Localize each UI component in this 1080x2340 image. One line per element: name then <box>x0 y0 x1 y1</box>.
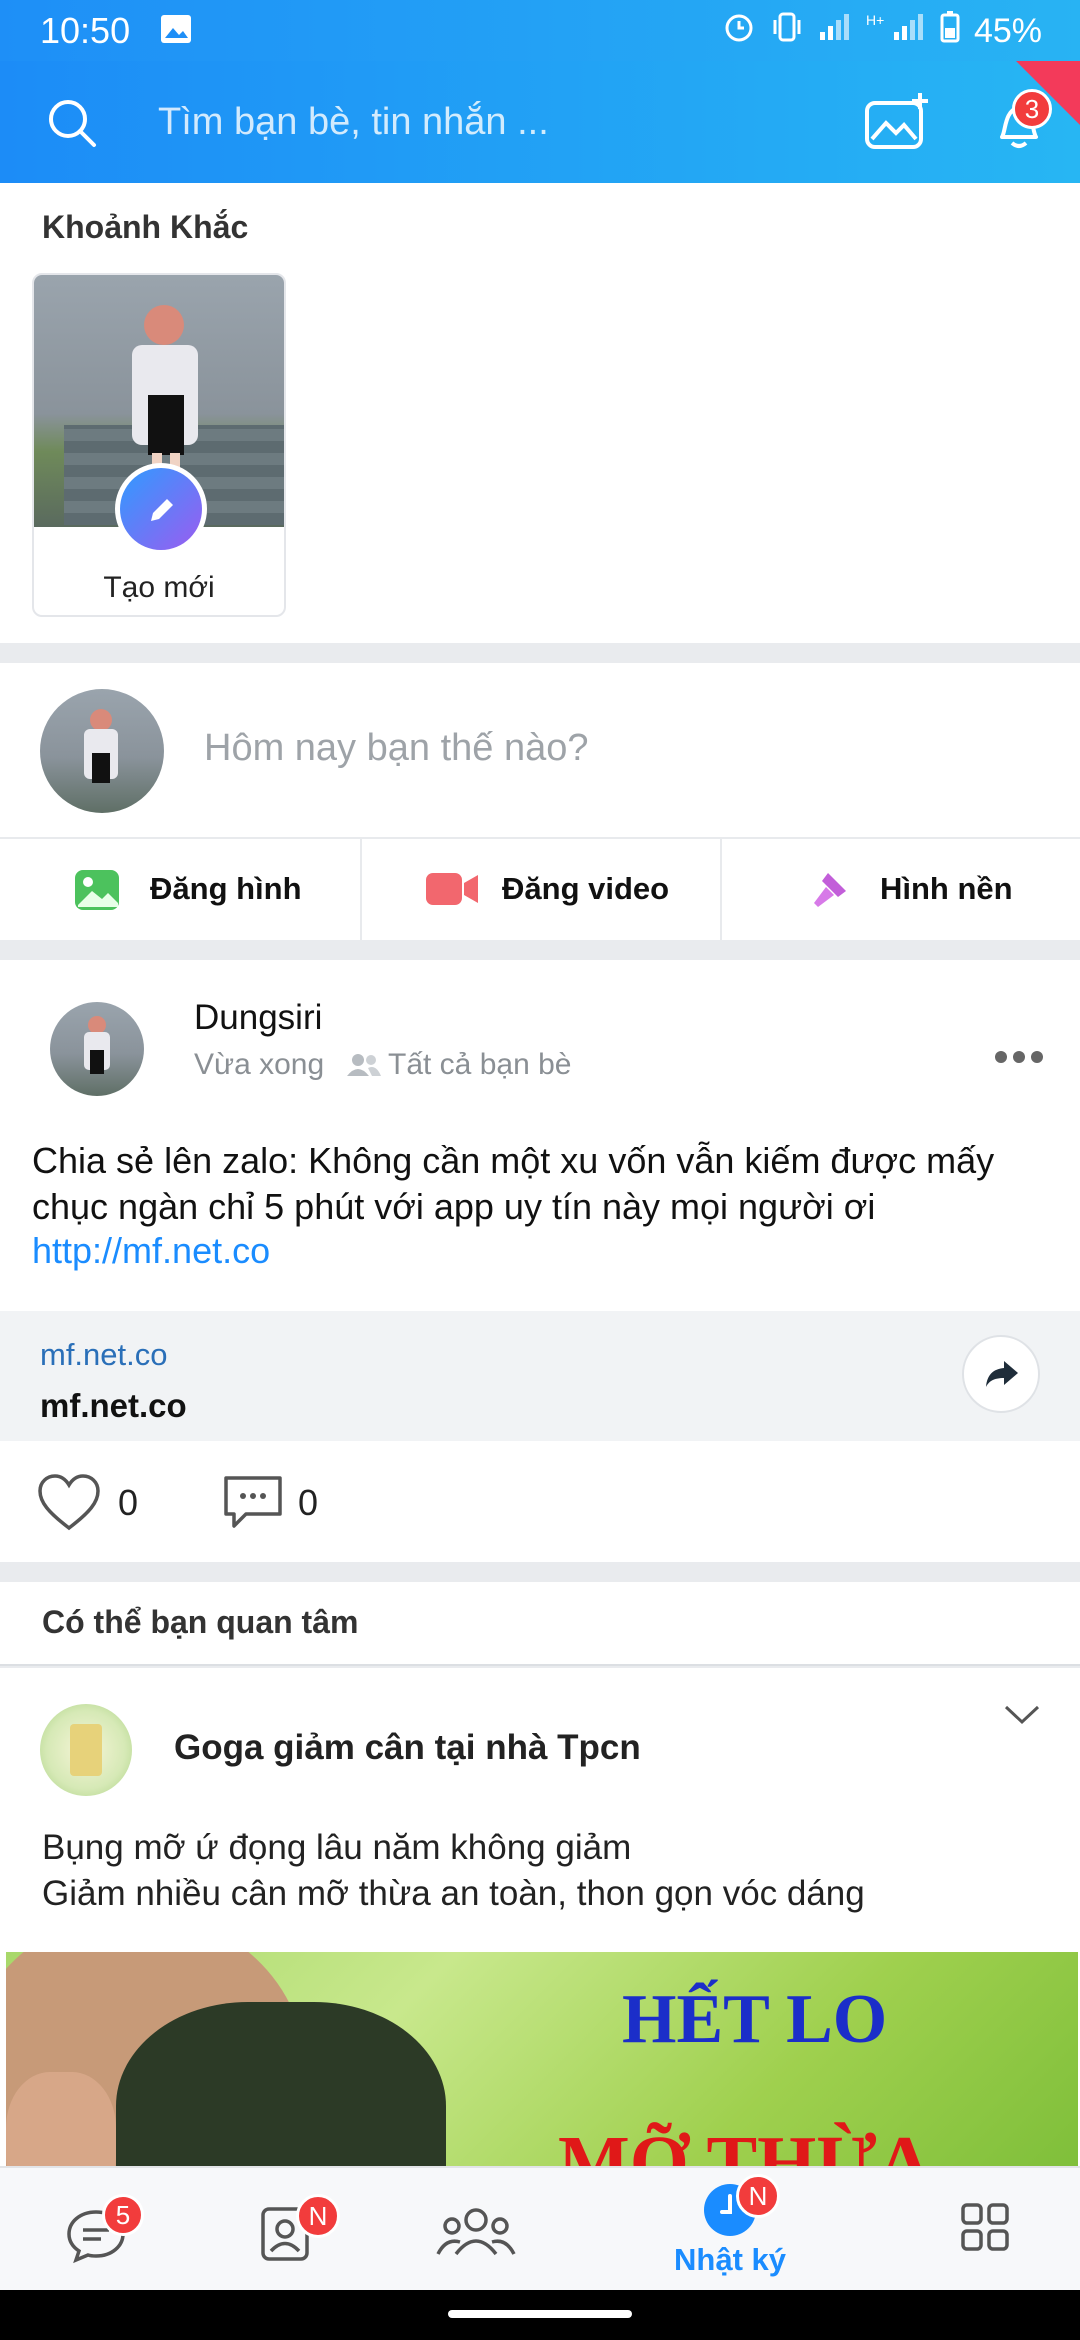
more-options-icon[interactable] <box>994 1050 1044 1069</box>
my-avatar[interactable] <box>40 689 164 813</box>
status-bar: 10:50 H+ 45% <box>0 0 1080 61</box>
post-video-button[interactable]: Đăng video <box>362 839 720 940</box>
status-icons: H+ 45% <box>722 10 1042 53</box>
post-composer: Hôm nay bạn thế nào? Đăng hình Đăng vide… <box>0 663 1080 940</box>
create-moment-label: Tạo mới <box>103 571 215 604</box>
post-photo-label: Đăng hình <box>150 871 302 906</box>
pencil-icon <box>145 493 179 532</box>
ad-text-line2: Giảm nhiều cân mỡ thừa an toàn, thon gọn… <box>42 1874 865 1913</box>
author-name[interactable]: Dungsiri <box>194 998 322 1038</box>
create-moment-card[interactable]: Tạo mới <box>32 273 286 617</box>
svg-text:H+: H+ <box>866 12 884 28</box>
moments-title: Khoảnh Khắc <box>42 209 249 245</box>
contacts-badge: N <box>296 2194 340 2238</box>
sponsored-post: Goga giảm cân tại nhà Tpcn Bụng mỡ ứ đọn… <box>0 1668 1080 2168</box>
system-nav-bar <box>0 2290 1080 2340</box>
post-video-label: Đăng video <box>502 871 670 906</box>
ad-headline-2: MỠ THỪA <box>558 2121 932 2168</box>
nav-groups[interactable] <box>436 2204 516 2264</box>
diary-label: Nhật ký <box>674 2242 786 2277</box>
grid-icon <box>960 2202 1010 2257</box>
share-arrow-icon <box>984 1357 1020 1396</box>
bottom-nav: 5 N N Nhật ký <box>0 2166 1080 2290</box>
search-input[interactable]: Tìm bạn bè, tin nhắn ... <box>158 101 549 144</box>
comment-button[interactable]: 0 <box>222 1470 332 1534</box>
diary-badge: N <box>736 2174 780 2218</box>
moments-section: Khoảnh Khắc Tạo mới <box>0 183 1080 643</box>
nav-contacts[interactable]: N <box>254 2194 354 2274</box>
photo-icon <box>74 869 120 916</box>
nav-more[interactable] <box>960 2202 1016 2258</box>
groups-icon <box>436 2204 516 2263</box>
preview-domain: mf.net.co <box>40 1337 168 1372</box>
ad-text-line1: Bụng mỡ ứ đọng lâu năm không giảm <box>42 1828 632 1867</box>
ad-image[interactable]: HẾT LO MỠ THỪA <box>6 1952 1078 2168</box>
comment-icon <box>222 1474 284 1537</box>
background-button[interactable]: Hình nền <box>722 839 1080 940</box>
nav-diary[interactable]: N Nhật ký <box>660 2174 800 2288</box>
search-icon[interactable] <box>46 97 98 149</box>
battery-percent: 45% <box>973 12 1042 50</box>
signal-icon <box>818 12 852 51</box>
feed-post: Dungsiri Vừa xong Tất cả bạn bè Chia sẻ … <box>0 960 1080 1562</box>
link-preview[interactable]: mf.net.co mf.net.co <box>0 1311 1080 1441</box>
background-label: Hình nền <box>880 871 1013 906</box>
post-photo-button[interactable]: Đăng hình <box>0 839 360 940</box>
suggested-title: Có thể bạn quan tâm <box>42 1604 359 1640</box>
top-header: Tìm bạn bè, tin nhắn ... 3 <box>0 61 1080 183</box>
promo-ribbon[interactable] <box>1016 61 1080 125</box>
signal-h-icon: H+ <box>866 12 926 51</box>
vibrate-icon <box>770 10 804 53</box>
heart-icon <box>38 1474 100 1537</box>
messages-badge: 5 <box>102 2194 144 2236</box>
like-count: 0 <box>118 1482 139 1523</box>
paint-brush-icon <box>806 867 852 918</box>
alarm-icon <box>722 10 756 53</box>
nav-messages[interactable]: 5 <box>60 2194 150 2274</box>
page-avatar[interactable] <box>40 1704 132 1796</box>
post-time: Vừa xong <box>194 1048 325 1081</box>
gallery-notification-icon <box>160 14 192 49</box>
like-button[interactable]: 0 <box>38 1470 148 1534</box>
status-input[interactable]: Hôm nay bạn thế nào? <box>204 727 589 770</box>
edit-moment-button[interactable] <box>115 463 207 555</box>
share-button[interactable] <box>962 1335 1040 1413</box>
suggested-header: Có thể bạn quan tâm <box>0 1582 1080 1666</box>
post-text: Chia sẻ lên zalo: Không cần một xu vốn v… <box>32 1140 995 1227</box>
chevron-down-icon[interactable] <box>1004 1704 1040 1731</box>
author-avatar[interactable] <box>50 1002 144 1096</box>
status-time: 10:50 <box>40 10 131 51</box>
video-camera-icon <box>426 871 478 912</box>
page-name[interactable]: Goga giảm cân tại nhà Tpcn <box>174 1728 641 1768</box>
add-photo-icon[interactable] <box>864 91 930 151</box>
comment-count: 0 <box>298 1482 319 1523</box>
home-indicator[interactable] <box>448 2310 632 2318</box>
ad-headline-1: HẾT LO <box>622 1981 888 2058</box>
post-link[interactable]: http://mf.net.co <box>32 1230 270 1272</box>
post-audience: Tất cả bạn bè <box>388 1048 572 1081</box>
battery-icon <box>940 11 960 52</box>
friends-icon <box>346 1052 382 1083</box>
preview-title: mf.net.co <box>40 1387 187 1424</box>
